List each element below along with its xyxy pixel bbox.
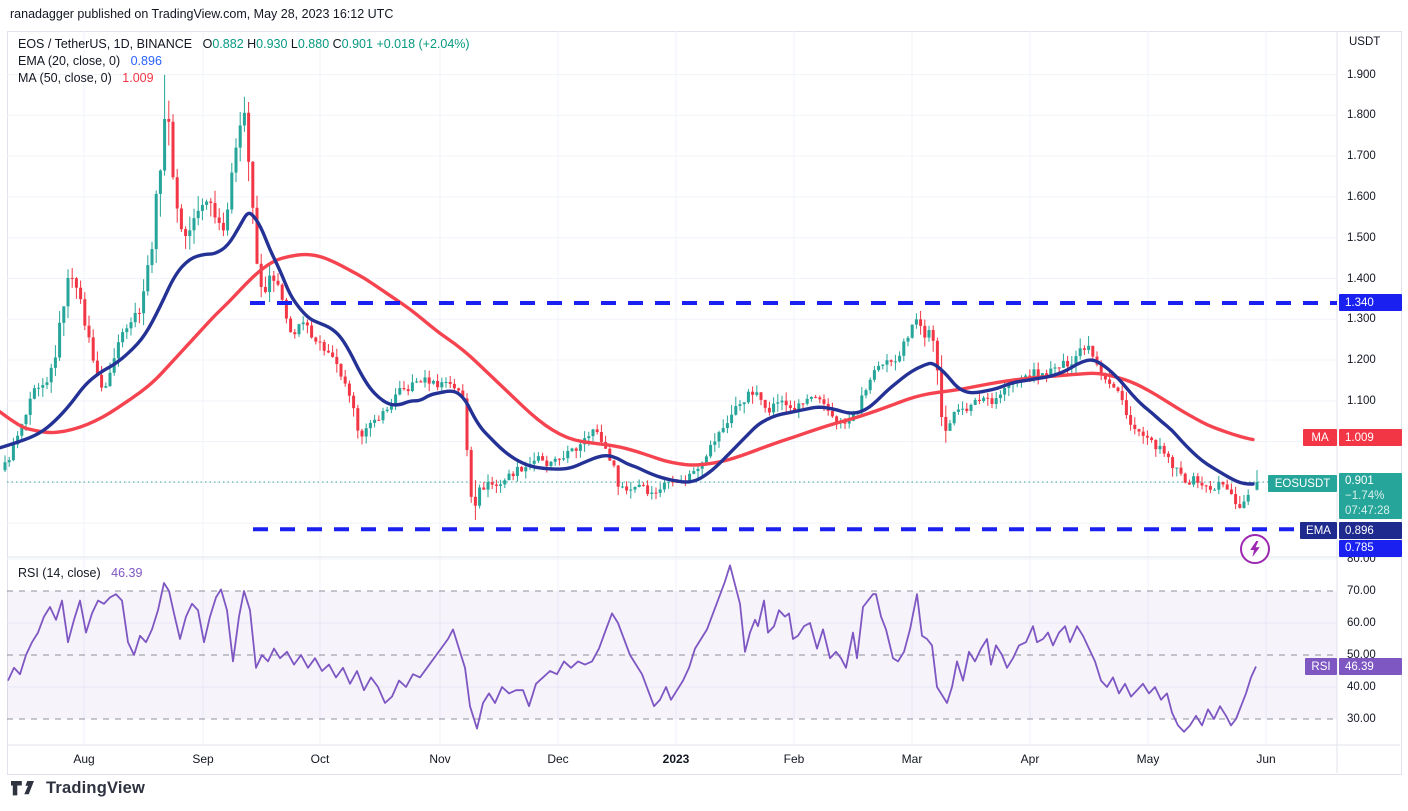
price-tick: 1.600 [1347,191,1376,203]
time-label: Oct [311,752,330,766]
rsi-legend-row[interactable]: RSI (14, close) 46.39 [18,566,142,580]
symbol-title: EOS / TetherUS, 1D, BINANCE [18,37,192,51]
time-label: May [1137,752,1160,766]
change-value: +0.018 (+2.04%) [376,37,469,51]
time-label: Nov [429,752,450,766]
price-tick: 1.700 [1347,150,1376,162]
rsi-tick: 30.00 [1347,713,1376,725]
ma-value-badge: 1.009 [1339,429,1402,446]
price-tick: 1.800 [1347,109,1376,121]
rsi-tick: 70.00 [1347,585,1376,597]
ma-legend-row[interactable]: MA (50, close, 0) 1.009 [18,71,154,85]
symbol-axis-label: EOSUSDT [1268,475,1337,492]
ema-axis-label: EMA [1300,522,1337,539]
price-tick: 1.300 [1347,313,1376,325]
tradingview-logo-text: TradingView [46,779,145,798]
rsi-label: RSI (14, close) [18,566,101,580]
rsi-tick: 60.00 [1347,617,1376,629]
time-label: Dec [547,752,568,766]
symbol-legend-row[interactable]: EOS / TetherUS, 1D, BINANCE O0.882 H0.93… [18,37,470,51]
ohlc-low: L0.880 [291,37,329,51]
rsi-value: 46.39 [111,566,142,580]
ma-axis-label: MA [1303,429,1337,446]
price-tick: 1.100 [1347,395,1376,407]
price-tick: 1.400 [1347,273,1376,285]
ohlc-open: O0.882 [203,37,244,51]
ma-value: 1.009 [122,71,153,85]
ema-value-badge: 0.896 [1339,522,1402,539]
chart-canvas[interactable] [0,0,1408,811]
lightning-bolt-icon[interactable] [1240,534,1270,564]
ohlc-high: H0.930 [247,37,287,51]
price-tick: 1.900 [1347,69,1376,81]
time-label: Aug [73,752,94,766]
level-badge-0785: 0.785 [1339,540,1402,557]
rsi-axis-label: RSI [1305,658,1337,675]
tradingview-chart-window: ranadagger published on TradingView.com,… [0,0,1408,811]
ema-value: 0.896 [131,54,162,68]
rsi-tick: 40.00 [1347,681,1376,693]
level-badge-1340: 1.340 [1339,294,1402,311]
tradingview-logo[interactable]: TradingView [11,779,145,798]
time-label: Mar [902,752,923,766]
bolt-glyph [1249,541,1261,557]
rsi-value-badge: 46.39 [1339,658,1402,675]
time-label: Sep [192,752,213,766]
ema-legend-row[interactable]: EMA (20, close, 0) 0.896 [18,54,162,68]
axis-currency-label: USDT [1349,36,1380,48]
price-tick: 1.200 [1347,354,1376,366]
time-label: Jun [1256,752,1275,766]
ma-label: MA (50, close, 0) [18,71,112,85]
price-tick: 1.500 [1347,232,1376,244]
time-label: Feb [784,752,805,766]
ohlc-close: C0.901 [333,37,373,51]
last-price-badge: 0.901 −1.74% 07:47:28 [1339,473,1402,519]
tradingview-logo-icon [11,781,39,797]
time-label: 2023 [663,752,690,766]
ema-label: EMA (20, close, 0) [18,54,120,68]
time-label: Apr [1021,752,1040,766]
